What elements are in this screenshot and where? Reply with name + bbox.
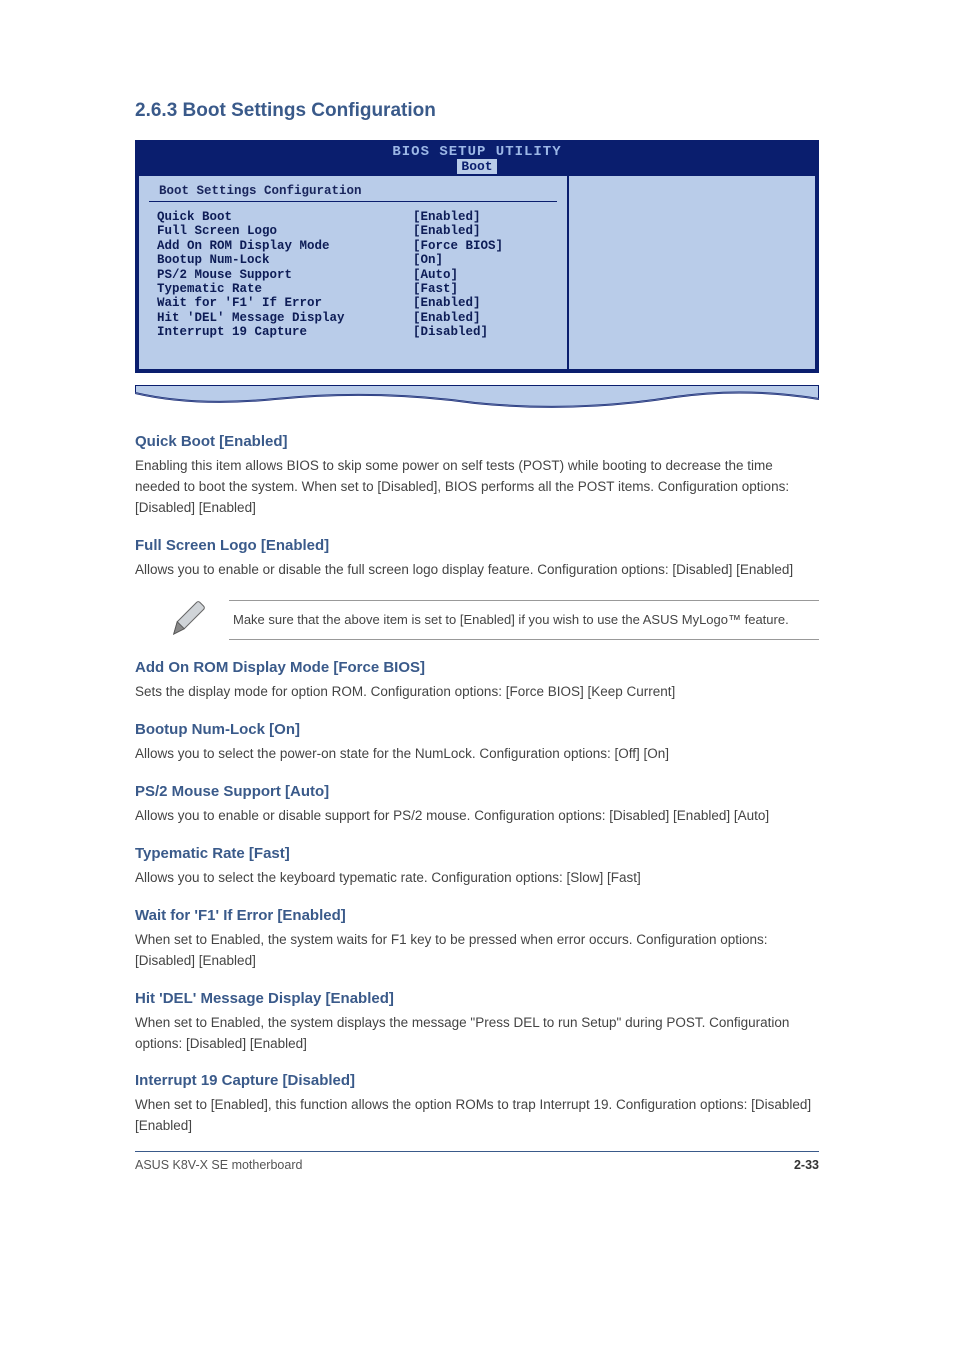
bios-setting-row[interactable]: Bootup Num-Lock[On]: [157, 253, 559, 267]
option-heading: Hit 'DEL' Message Display [Enabled]: [135, 990, 819, 1007]
bios-setting-row[interactable]: Hit 'DEL' Message Display[Enabled]: [157, 311, 559, 325]
option-heading: PS/2 Mouse Support [Auto]: [135, 783, 819, 800]
option-heading: Wait for 'F1' If Error [Enabled]: [135, 907, 819, 924]
bios-setting-value: [Enabled]: [413, 210, 481, 224]
bios-setting-row[interactable]: Typematic Rate[Fast]: [157, 282, 559, 296]
bios-setting-row[interactable]: Full Screen Logo[Enabled]: [157, 224, 559, 238]
bios-setting-label: Full Screen Logo: [157, 224, 413, 238]
option-heading: Bootup Num-Lock [On]: [135, 721, 819, 738]
option-heading: Quick Boot [Enabled]: [135, 433, 819, 450]
bios-setting-value: [Auto]: [413, 268, 458, 282]
bios-setting-value: [Disabled]: [413, 325, 488, 339]
section-heading: 2.6.3 Boot Settings Configuration: [135, 100, 819, 122]
option-description: When set to Enabled, the system waits fo…: [135, 930, 819, 972]
note-text: Make sure that the above item is set to …: [229, 600, 819, 640]
bios-setting-label: PS/2 Mouse Support: [157, 268, 413, 282]
bios-setting-value: [On]: [413, 253, 443, 267]
option-heading: Typematic Rate [Fast]: [135, 845, 819, 862]
note-block: Make sure that the above item is set to …: [165, 599, 819, 641]
bios-setting-label: Quick Boot: [157, 210, 413, 224]
page-footer: ASUS K8V-X SE motherboard 2-33: [135, 1151, 819, 1172]
bios-setting-value: [Fast]: [413, 282, 458, 296]
bios-setting-value: [Enabled]: [413, 296, 481, 310]
bios-setting-row[interactable]: Add On ROM Display Mode[Force BIOS]: [157, 239, 559, 253]
bios-setting-row[interactable]: Wait for 'F1' If Error[Enabled]: [157, 296, 559, 310]
bios-left-pane: Boot Settings Configuration Quick Boot[E…: [139, 176, 569, 369]
bios-setting-label: Typematic Rate: [157, 282, 413, 296]
bios-title: BIOS SETUP UTILITY: [137, 142, 817, 160]
bios-setting-label: Wait for 'F1' If Error: [157, 296, 413, 310]
bios-setting-row[interactable]: Quick Boot[Enabled]: [157, 210, 559, 224]
bios-setting-label: Bootup Num-Lock: [157, 253, 413, 267]
footer-left: ASUS K8V-X SE motherboard: [135, 1158, 302, 1172]
bios-setting-value: [Enabled]: [413, 224, 481, 238]
option-description: When set to Enabled, the system displays…: [135, 1013, 819, 1055]
option-description: When set to [Enabled], this function all…: [135, 1095, 819, 1137]
bios-setting-row[interactable]: PS/2 Mouse Support[Auto]: [157, 268, 559, 282]
option-description: Allows you to select the power-on state …: [135, 744, 819, 765]
bios-sub-header: Boot Settings Configuration: [149, 180, 557, 202]
bios-tab-boot[interactable]: Boot: [137, 159, 817, 174]
bios-setting-label: Hit 'DEL' Message Display: [157, 311, 413, 325]
option-description: Allows you to select the keyboard typema…: [135, 868, 819, 889]
bios-setting-value: [Enabled]: [413, 311, 481, 325]
option-description: Allows you to enable or disable the full…: [135, 560, 819, 581]
option-description: Enabling this item allows BIOS to skip s…: [135, 456, 819, 519]
bios-setting-value: [Force BIOS]: [413, 239, 503, 253]
option-description: Sets the display mode for option ROM. Co…: [135, 682, 819, 703]
option-heading: Full Screen Logo [Enabled]: [135, 537, 819, 554]
option-heading: Add On ROM Display Mode [Force BIOS]: [135, 659, 819, 676]
torn-edge-decoration: [135, 385, 819, 413]
footer-page-number: 2-33: [794, 1158, 819, 1172]
bios-setting-label: Add On ROM Display Mode: [157, 239, 413, 253]
bios-help-pane: [569, 176, 815, 369]
bios-panel: BIOS SETUP UTILITY Boot Boot Settings Co…: [135, 140, 819, 373]
option-description: Allows you to enable or disable support …: [135, 806, 819, 827]
pencil-icon: [165, 599, 207, 641]
bios-setting-row[interactable]: Interrupt 19 Capture[Disabled]: [157, 325, 559, 339]
option-heading: Interrupt 19 Capture [Disabled]: [135, 1072, 819, 1089]
bios-setting-label: Interrupt 19 Capture: [157, 325, 413, 339]
